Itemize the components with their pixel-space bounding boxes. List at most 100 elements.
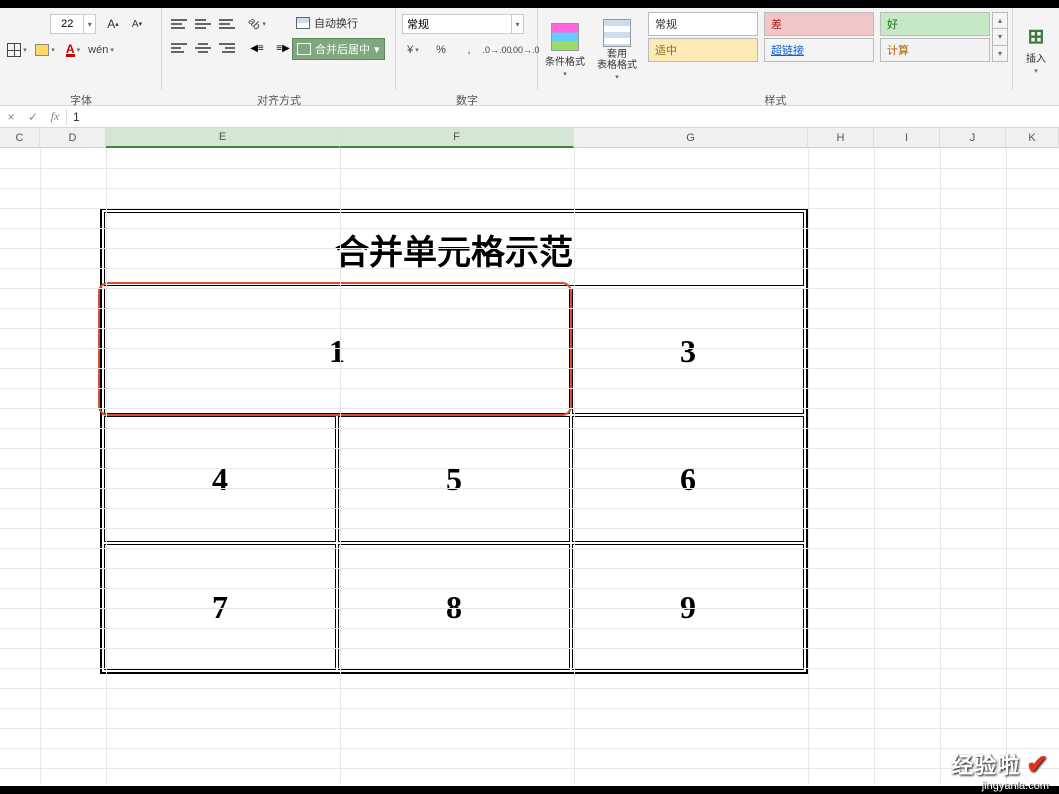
format-as-table-button[interactable]: 套用 表格格式 ▾ xyxy=(594,14,640,86)
ribbon-group-styles: 条件格式 ▾ 套用 表格格式 ▾ 常规 差 好 适中 超链接 计算 ▴ ▾ ▾ xyxy=(538,8,1013,90)
cell[interactable]: 3 xyxy=(572,288,804,414)
fx-icon[interactable]: fx xyxy=(44,106,66,128)
font-size-value[interactable]: 22 xyxy=(51,18,83,30)
check-icon: ✔ xyxy=(1026,749,1049,780)
styles-group-label: 样式 xyxy=(538,92,1013,108)
style-calculation[interactable]: 计算 xyxy=(880,38,990,62)
decrease-font-button[interactable]: A▾ xyxy=(128,14,146,34)
merge-label: 合并后居中 xyxy=(315,41,370,57)
chevron-down-icon: ▾ xyxy=(1034,67,1038,75)
column-header-K[interactable]: K xyxy=(1006,128,1059,148)
decrease-indent-button[interactable]: ◀≡ xyxy=(246,38,268,58)
column-header-C[interactable]: C xyxy=(0,128,40,148)
merge-icon xyxy=(297,43,311,55)
wrap-label: 自动换行 xyxy=(314,15,358,31)
style-normal[interactable]: 常规 xyxy=(648,12,758,36)
align-bottom-button[interactable] xyxy=(216,14,238,34)
number-group-label: 数字 xyxy=(396,92,538,108)
ribbon-group-labels: 字体 对齐方式 数字 样式 xyxy=(0,92,1059,106)
chevron-down-icon[interactable]: ▾ xyxy=(83,15,95,33)
cell[interactable]: 5 xyxy=(338,416,570,542)
ribbon: 22 ▾ A▴ A▾ ▾ ▾ A▾ wén▾ xyxy=(0,8,1059,106)
chevron-down-icon[interactable]: ▾ xyxy=(374,43,380,56)
enter-icon[interactable]: ✓ xyxy=(22,106,44,128)
cell[interactable]: 6 xyxy=(572,416,804,542)
align-left-button[interactable] xyxy=(168,38,190,58)
font-color-icon: A xyxy=(66,44,75,57)
cell[interactable]: 7 xyxy=(104,544,336,670)
cond-format-label: 条件格式 xyxy=(545,53,585,68)
accounting-format-button[interactable]: ¥▾ xyxy=(402,40,424,60)
ruby-icon: wén xyxy=(88,44,108,56)
merged-cell[interactable]: 1 xyxy=(104,288,570,414)
cell[interactable]: 8 xyxy=(338,544,570,670)
ribbon-group-font: 22 ▾ A▴ A▾ ▾ ▾ A▾ wén▾ xyxy=(0,8,162,90)
column-header-I[interactable]: I xyxy=(874,128,940,148)
font-group-label: 字体 xyxy=(0,92,162,108)
cond-format-icon xyxy=(551,23,579,51)
orientation-button[interactable]: ab▾ xyxy=(246,14,268,34)
border-button[interactable]: ▾ xyxy=(6,40,28,60)
worksheet-grid[interactable]: 合并单元格示范 1 3 4 5 6 7 8 9 xyxy=(0,148,1059,784)
chevron-down-icon: ▾ xyxy=(615,73,619,81)
align-group-label: 对齐方式 xyxy=(162,92,396,108)
fill-color-button[interactable]: ▾ xyxy=(34,40,56,60)
align-center-button[interactable] xyxy=(192,38,214,58)
conditional-formatting-button[interactable]: 条件格式 ▾ xyxy=(542,14,588,86)
increase-font-button[interactable]: A▴ xyxy=(104,14,122,34)
formula-input[interactable]: 1 xyxy=(67,110,1059,124)
cell-styles-gallery[interactable]: 常规 差 好 适中 超链接 计算 xyxy=(648,12,990,62)
merge-center-button[interactable]: 合并后居中 ▾ xyxy=(292,38,385,60)
watermark: 经验啦✔ jingyanla.com xyxy=(951,748,1049,792)
insert-button[interactable]: ⊞ 插入 ▾ xyxy=(1013,14,1059,86)
increase-indent-button[interactable]: ≡▶ xyxy=(272,38,294,58)
column-header-J[interactable]: J xyxy=(940,128,1006,148)
font-color-button[interactable]: A▾ xyxy=(62,40,84,60)
excel-window: 22 ▾ A▴ A▾ ▾ ▾ A▾ wén▾ xyxy=(0,8,1059,786)
phonetic-button[interactable]: wén▾ xyxy=(90,40,112,60)
formula-bar: × ✓ fx 1 xyxy=(0,106,1059,128)
number-format-dropdown[interactable]: 常规 ▾ xyxy=(402,14,524,34)
column-headers: CDEFGHIJK xyxy=(0,128,1059,148)
column-header-F[interactable]: F xyxy=(340,128,574,148)
ribbon-group-cells: ⊞ 插入 ▾ xyxy=(1013,8,1059,90)
style-bad[interactable]: 差 xyxy=(764,12,874,36)
gallery-expand-icon[interactable]: ▾ xyxy=(993,46,1007,61)
column-header-E[interactable]: E xyxy=(106,128,340,148)
cell[interactable]: 9 xyxy=(572,544,804,670)
scroll-down-icon[interactable]: ▾ xyxy=(993,29,1007,45)
table-format-label: 套用 表格格式 xyxy=(597,49,637,71)
scroll-up-icon[interactable]: ▴ xyxy=(993,13,1007,29)
decrease-decimal-button[interactable]: .00→.0 xyxy=(514,40,536,60)
ribbon-group-alignment: ab▾ ◀≡ ≡▶ 自动换行 合并后居中 ▾ xyxy=(162,8,396,90)
style-hyperlink[interactable]: 超链接 xyxy=(764,38,874,62)
ribbon-group-number: 常规 ▾ ¥▾ % , .0→.00 .00→.0 xyxy=(396,8,538,90)
chevron-down-icon: ▾ xyxy=(563,70,567,78)
wrap-text-button[interactable]: 自动换行 xyxy=(292,12,362,34)
style-good[interactable]: 好 xyxy=(880,12,990,36)
column-header-H[interactable]: H xyxy=(808,128,874,148)
column-header-D[interactable]: D xyxy=(40,128,106,148)
cancel-icon[interactable]: × xyxy=(0,106,22,128)
align-right-button[interactable] xyxy=(216,38,238,58)
comma-button[interactable]: , xyxy=(458,40,480,60)
increase-decimal-button[interactable]: .0→.00 xyxy=(486,40,508,60)
wrap-icon xyxy=(296,17,310,29)
border-icon xyxy=(7,43,21,57)
percent-button[interactable]: % xyxy=(430,40,452,60)
insert-label: 插入 xyxy=(1026,50,1046,65)
style-gallery-scroll[interactable]: ▴ ▾ ▾ xyxy=(992,12,1008,62)
insert-icon: ⊞ xyxy=(1023,26,1049,48)
align-middle-button[interactable] xyxy=(192,14,214,34)
demo-title-cell[interactable]: 合并单元格示范 xyxy=(104,212,804,286)
font-size-dropdown[interactable]: 22 ▾ xyxy=(50,14,96,34)
chevron-down-icon[interactable]: ▾ xyxy=(511,15,523,33)
watermark-text: 经验啦 xyxy=(951,748,1020,780)
cell[interactable]: 4 xyxy=(104,416,336,542)
bucket-icon xyxy=(35,44,49,56)
align-top-button[interactable] xyxy=(168,14,190,34)
style-neutral[interactable]: 适中 xyxy=(648,38,758,62)
column-header-G[interactable]: G xyxy=(574,128,808,148)
table-format-icon xyxy=(603,19,631,47)
watermark-url: jingyanla.com xyxy=(951,780,1049,792)
